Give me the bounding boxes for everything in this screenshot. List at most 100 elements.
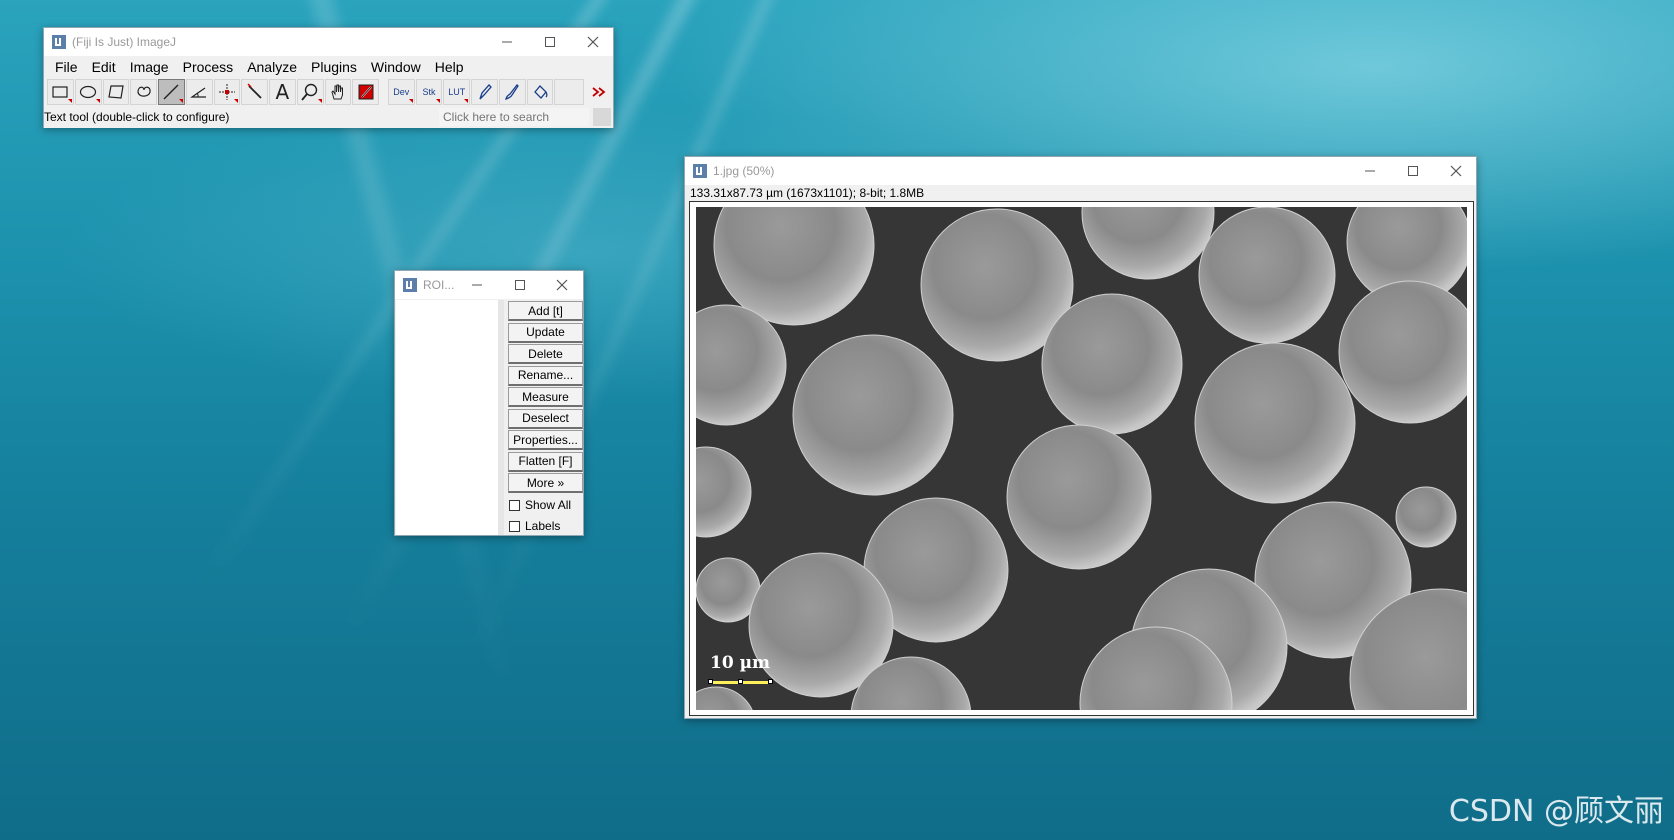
status-text: Text tool (double-click to configure) [44,110,230,124]
hand-tool[interactable] [324,79,352,105]
text-tool[interactable]: A [269,79,296,105]
more-button[interactable]: More » [508,473,583,493]
more-tools-button[interactable] [585,79,612,105]
update-button[interactable]: Update [508,322,583,343]
add-button[interactable]: Add [t] [508,301,583,321]
image-titlebar[interactable]: 1.jpg (50%) [685,157,1476,185]
roi-manager-window[interactable]: ROI... Add [t] Update Delete Rename... M… [394,270,584,536]
particle-sphere [792,334,954,496]
image-info: 133.31x87.73 µm (1673x1101); 8-bit; 1.8M… [690,186,925,200]
empty-tool-slot[interactable] [554,79,585,105]
fiji-main-window[interactable]: (Fiji Is Just) ImageJ File Edit Image Pr… [43,27,614,128]
menu-edit[interactable]: Edit [85,56,123,78]
close-button[interactable] [571,28,615,56]
flood-fill-icon [534,85,548,99]
particle-sphere [1041,293,1183,435]
tool-bar: A Dev Stk LUT [44,78,613,106]
polygon-tool[interactable] [102,79,130,105]
minimize-button[interactable] [1348,157,1392,185]
roi-list[interactable] [396,300,504,535]
flatten-button[interactable]: Flatten [F] [508,451,583,472]
dev-label: Dev [393,87,410,97]
maximize-icon [1408,166,1418,176]
color-picker-tool[interactable] [352,79,379,105]
maximize-icon [545,37,555,47]
maximize-icon [515,280,525,290]
status-bar: Text tool (double-click to configure) [44,106,613,128]
zoom-tool[interactable] [296,79,324,105]
minimize-icon [1365,170,1375,172]
image-frame: 10 µm [689,201,1474,716]
menu-process[interactable]: Process [176,56,241,78]
close-button[interactable] [540,271,584,299]
maximize-button[interactable] [498,271,542,299]
show-all-checkbox[interactable]: Show All [508,495,583,516]
color-picker-icon [358,84,374,100]
labels-checkbox[interactable]: Labels [508,516,583,537]
wand-tool[interactable] [241,79,268,105]
close-icon [587,36,599,48]
minimize-button[interactable] [485,28,529,56]
brush-tool[interactable] [498,79,526,105]
maximize-button[interactable] [528,28,572,56]
checkbox-box[interactable] [509,499,520,511]
roi-window-title: ROI... [423,278,455,292]
angle-icon [190,87,207,98]
minimize-button[interactable] [455,271,499,299]
scale-bar-label: 10 µm [710,653,771,673]
close-icon [556,279,568,291]
dev-menu-tool[interactable]: Dev [387,79,415,105]
lut-label: LUT [448,87,466,97]
freehand-icon [137,86,151,97]
double-chevron-right-icon [591,87,605,97]
line-handle-start[interactable] [708,679,713,684]
particle-sphere [1006,424,1152,570]
fiji-app-icon [403,278,417,292]
menu-help[interactable]: Help [428,56,471,78]
maximize-button[interactable] [1391,157,1435,185]
measure-button[interactable]: Measure [508,387,583,407]
line-handle-end[interactable] [768,679,773,684]
point-tool[interactable] [213,79,241,105]
line-tool[interactable] [158,79,185,105]
search-button[interactable] [593,108,611,126]
delete-button[interactable]: Delete [508,344,583,364]
search-input[interactable] [439,108,589,126]
fiji-app-icon [52,35,66,49]
fiji-app-icon [693,164,707,178]
show-all-label: Show All [525,498,572,512]
watermark: CSDN @顾文丽 [1448,794,1664,829]
rectangle-tool[interactable] [47,79,74,105]
menu-bar: File Edit Image Process Analyze Plugins … [44,56,613,78]
line-handle-mid[interactable] [738,679,743,684]
menu-plugins[interactable]: Plugins [304,56,364,78]
freehand-tool[interactable] [130,79,157,105]
angle-tool[interactable] [185,79,213,105]
image-canvas[interactable]: 10 µm [696,207,1467,710]
rename-button[interactable]: Rename... [508,365,583,386]
deselect-button[interactable]: Deselect [508,408,583,429]
image-window[interactable]: 1.jpg (50%) 133.31x87.73 µm (1673x1101);… [684,156,1477,719]
oval-tool[interactable] [74,79,102,105]
close-button[interactable] [1434,157,1478,185]
fiji-titlebar[interactable]: (Fiji Is Just) ImageJ [44,28,613,56]
lut-menu-tool[interactable]: LUT [443,79,471,105]
properties-button[interactable]: Properties... [508,430,583,450]
particle-sphere [1194,342,1356,504]
menu-window[interactable]: Window [364,56,428,78]
flood-fill-tool[interactable] [526,79,554,105]
polygon-icon [108,85,124,99]
stk-menu-tool[interactable]: Stk [415,79,443,105]
minimize-icon [472,284,482,286]
menu-analyze[interactable]: Analyze [240,56,304,78]
pencil-tool[interactable] [471,79,498,105]
checkbox-box[interactable] [509,520,520,532]
menu-image[interactable]: Image [123,56,176,78]
labels-label: Labels [525,519,561,533]
minimize-icon [502,41,512,43]
roi-titlebar[interactable]: ROI... [395,271,583,299]
hand-icon [331,84,343,100]
pencil-icon [478,84,492,100]
menu-file[interactable]: File [48,56,85,78]
close-icon [1450,165,1462,177]
